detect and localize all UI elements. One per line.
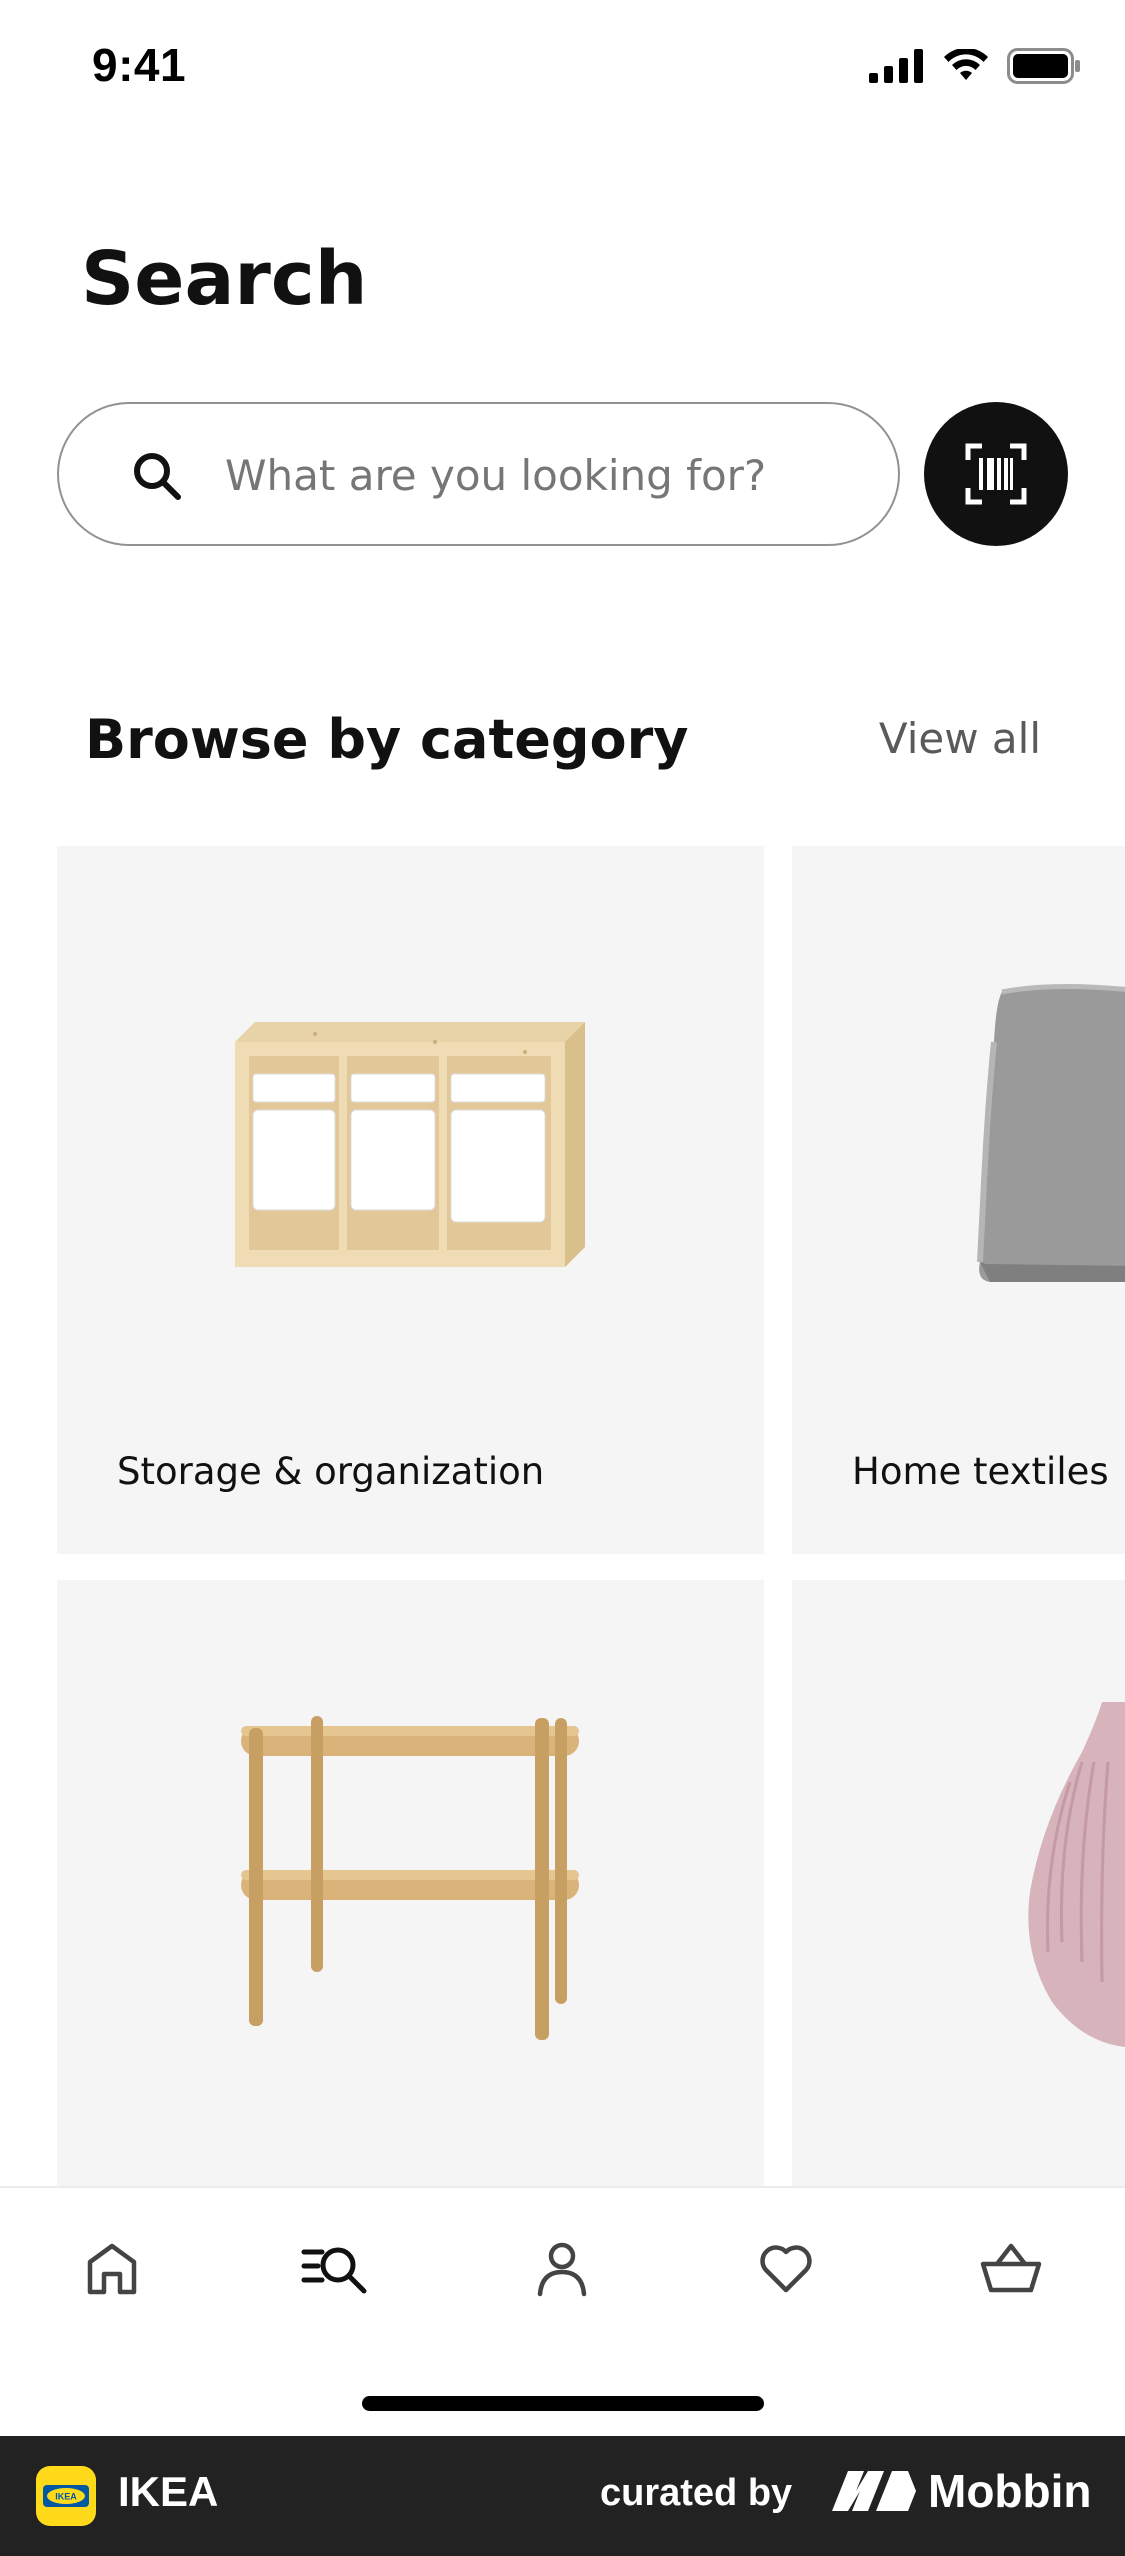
- barcode-scan-button[interactable]: [924, 402, 1068, 546]
- storage-unit-image: [235, 1022, 585, 1267]
- person-icon: [537, 2242, 587, 2297]
- status-icons: [869, 48, 1081, 84]
- category-card-decoration[interactable]: [792, 1580, 1125, 2188]
- search-icon: [134, 453, 181, 500]
- nav-favourites[interactable]: [746, 2228, 826, 2308]
- category-label: Home textiles: [852, 1450, 1109, 1493]
- mobbin-logo: Mobbin: [830, 2464, 1092, 2518]
- search-input[interactable]: [225, 432, 865, 518]
- footer-banner: IKEA IKEA curated by Mobbin: [0, 2436, 1125, 2556]
- mobbin-brand: Mobbin: [928, 2465, 1092, 2517]
- category-card-home-textiles[interactable]: Home textiles: [792, 846, 1125, 1554]
- nav-search[interactable]: [296, 2228, 376, 2308]
- wifi-icon: [944, 49, 988, 80]
- basket-icon: [980, 2243, 1042, 2293]
- nav-profile[interactable]: [522, 2228, 602, 2308]
- nav-home[interactable]: [72, 2228, 152, 2308]
- view-all-link[interactable]: View all: [879, 714, 1041, 763]
- status-time: 9:41: [92, 39, 187, 91]
- ikea-logo-mark: IKEA: [43, 2485, 89, 2507]
- battery-icon: [1007, 48, 1080, 84]
- ikea-logo-text: IKEA: [55, 2492, 77, 2502]
- category-card-storage[interactable]: Storage & organization: [57, 846, 764, 1554]
- mobbin-logo-icon: [832, 2471, 916, 2511]
- barcode-scan-icon: [965, 443, 1027, 505]
- nav-basket[interactable]: [971, 2228, 1051, 2308]
- app-name: IKEA: [118, 2468, 219, 2515]
- curated-by-text: curated by: [600, 2472, 793, 2514]
- heart-icon: [760, 2245, 812, 2293]
- category-card-furniture[interactable]: [57, 1580, 764, 2188]
- cellular-signal-icon: [869, 49, 923, 83]
- home-icon: [87, 2243, 137, 2295]
- home-indicator: [362, 2396, 764, 2411]
- status-bar: 9:41: [0, 0, 1125, 140]
- folded-blanket-image: [977, 983, 1125, 1282]
- vase-image: [1028, 1702, 1125, 2047]
- console-table-image: [241, 1716, 579, 2040]
- ikea-logo-icon: IKEA: [36, 2466, 96, 2526]
- category-label: Storage & organization: [117, 1450, 545, 1493]
- page-title: Search: [81, 236, 368, 322]
- browse-by-category-title: Browse by category: [85, 708, 689, 771]
- search-box[interactable]: [57, 402, 900, 546]
- search-list-icon: [301, 2247, 367, 2294]
